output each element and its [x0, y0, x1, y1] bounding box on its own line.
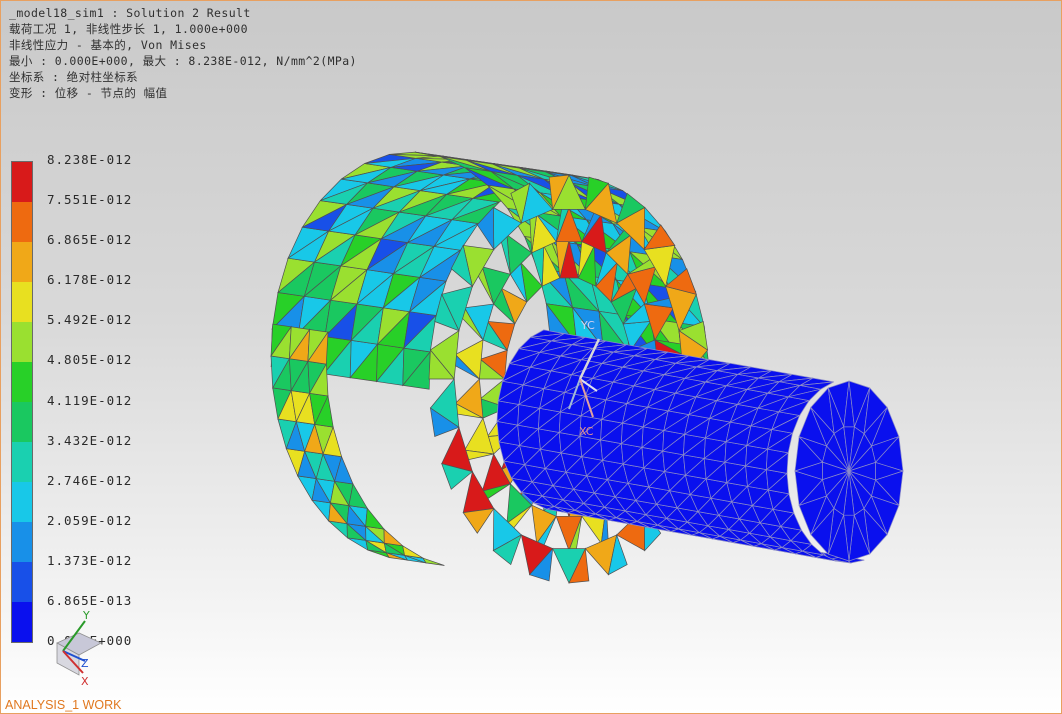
mesh-element [365, 507, 385, 530]
mesh-element [311, 499, 331, 522]
wcs-z-label: Z [81, 657, 89, 670]
mesh-element [462, 508, 495, 534]
wcs-x-label: X [81, 675, 89, 688]
csys-y-label: YC [580, 319, 595, 332]
wcs-name-label: ANALYSIS_1 WORK [5, 698, 122, 712]
wcs-triad-icon: Y Z X [56, 609, 102, 688]
shaft-cylinder-mesh[interactable] [496, 329, 905, 564]
wcs-y-label: Y [82, 609, 90, 622]
csys-x-label: XC [579, 425, 594, 438]
fem-model[interactable]: YC XC [1, 1, 1061, 713]
graphics-viewport[interactable]: _model18_sim1 : Solution 2 Result 载荷工况 1… [0, 0, 1062, 714]
mesh-element [383, 528, 404, 547]
mesh-element [422, 557, 445, 566]
